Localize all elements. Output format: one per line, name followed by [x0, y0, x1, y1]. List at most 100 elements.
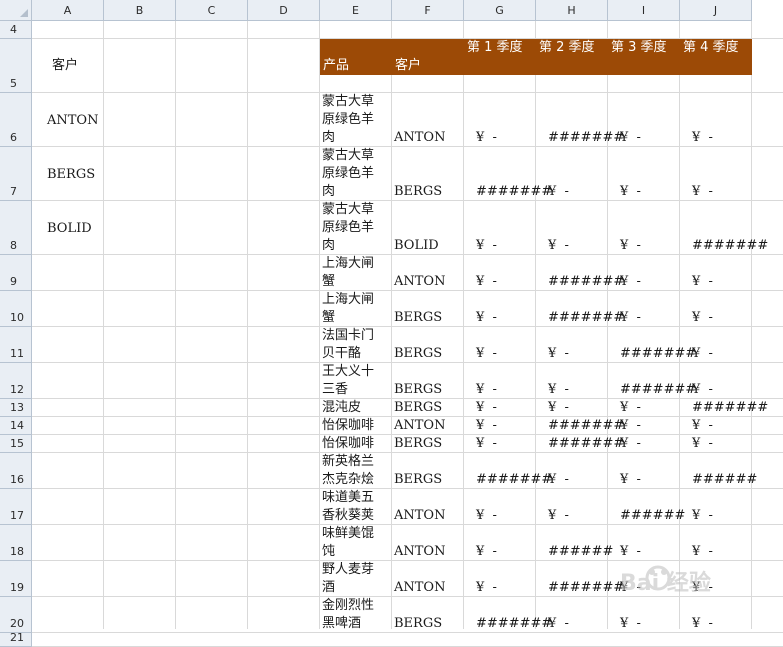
quarter-4-cell[interactable]: ¥ - [692, 309, 713, 327]
row-header-11[interactable]: 11 [0, 327, 32, 363]
customer-cell[interactable]: BERGS [394, 399, 442, 417]
row-header-5[interactable]: 5 [0, 39, 32, 93]
product-cell[interactable]: 金刚烈性黑啤酒 [322, 597, 386, 633]
quarter-2-cell[interactable]: ¥ - [548, 615, 569, 633]
quarter-4-cell[interactable]: ¥ - [692, 579, 713, 597]
column-header-C[interactable]: C [176, 0, 248, 21]
customer-cell[interactable]: ANTON [394, 417, 445, 435]
quarter-4-cell[interactable]: ¥ - [692, 543, 713, 561]
product-cell[interactable]: 王大义十三香 [322, 363, 386, 399]
customer-cell[interactable]: BERGS [394, 309, 442, 327]
customer-cell[interactable]: BOLID [394, 237, 439, 255]
header-q4[interactable]: 第 4 季度 [683, 39, 747, 57]
product-cell[interactable]: 法国卡门贝干酪 [322, 327, 386, 363]
quarter-1-cell[interactable]: ####### [476, 615, 552, 633]
quarter-1-cell[interactable]: ¥ - [476, 579, 497, 597]
product-cell[interactable]: 蒙古大草原绿色羊肉 [322, 93, 386, 147]
quarter-2-cell[interactable]: ####### [548, 417, 624, 435]
quarter-3-cell[interactable]: ¥ - [620, 417, 641, 435]
quarter-3-cell[interactable]: ¥ - [620, 543, 641, 561]
quarter-4-cell[interactable]: ¥ - [692, 615, 713, 633]
product-cell[interactable]: 蒙古大草原绿色羊肉 [322, 201, 386, 255]
quarter-3-cell[interactable]: ¥ - [620, 615, 641, 633]
quarter-3-cell[interactable]: ####### [620, 345, 696, 363]
customer-cell[interactable]: ANTON [394, 507, 445, 525]
quarter-3-cell[interactable]: ¥ - [620, 471, 641, 489]
quarter-3-cell[interactable]: ¥ - [620, 435, 641, 453]
row-header-18[interactable]: 18 [0, 525, 32, 561]
select-all-corner[interactable] [0, 0, 32, 21]
customer-cell[interactable]: ANTON [394, 273, 445, 291]
customer-cell[interactable]: ANTON [394, 543, 445, 561]
quarter-2-cell[interactable]: ¥ - [548, 237, 569, 255]
quarter-2-cell[interactable]: ¥ - [548, 183, 569, 201]
quarter-4-cell[interactable]: ¥ - [692, 129, 713, 147]
column-header-E[interactable]: E [320, 0, 392, 21]
row-header-6[interactable]: 6 [0, 93, 32, 147]
row-header-16[interactable]: 16 [0, 453, 32, 489]
product-cell[interactable]: 怡保咖啡 [322, 417, 386, 435]
quarter-1-cell[interactable]: ¥ - [476, 399, 497, 417]
quarter-1-cell[interactable]: ¥ - [476, 417, 497, 435]
quarter-1-cell[interactable]: ¥ - [476, 435, 497, 453]
quarter-1-cell[interactable]: ¥ - [476, 309, 497, 327]
customer-cell[interactable]: BERGS [394, 471, 442, 489]
row-header-10[interactable]: 10 [0, 291, 32, 327]
product-cell[interactable]: 蒙古大草原绿色羊肉 [322, 147, 386, 201]
row-header-7[interactable]: 7 [0, 147, 32, 201]
header-q3[interactable]: 第 3 季度 [611, 39, 675, 57]
quarter-4-cell[interactable]: ¥ - [692, 507, 713, 525]
product-cell[interactable]: 上海大闸蟹 [322, 255, 386, 291]
row-header-9[interactable]: 9 [0, 255, 32, 291]
quarter-2-cell[interactable]: ####### [548, 579, 624, 597]
row-header-13[interactable]: 13 [0, 399, 32, 417]
row-header-15[interactable]: 15 [0, 435, 32, 453]
quarter-1-cell[interactable]: ¥ - [476, 129, 497, 147]
quarter-4-cell[interactable]: ¥ - [692, 381, 713, 399]
column-header-B[interactable]: B [104, 0, 176, 21]
quarter-3-cell[interactable]: ¥ - [620, 399, 641, 417]
customer-cell[interactable]: ANTON [394, 579, 445, 597]
header-q2[interactable]: 第 2 季度 [539, 39, 603, 57]
product-cell[interactable]: 味道美五香秋葵荚 [322, 489, 386, 525]
column-header-D[interactable]: D [248, 0, 320, 21]
quarter-4-cell[interactable]: ¥ - [692, 273, 713, 291]
quarter-2-cell[interactable]: ###### [548, 543, 613, 561]
quarter-1-cell[interactable]: ¥ - [476, 345, 497, 363]
product-cell[interactable]: 怡保咖啡 [322, 435, 386, 453]
customer-cell[interactable]: BERGS [394, 435, 442, 453]
quarter-3-cell[interactable]: ¥ - [620, 273, 641, 291]
quarter-3-cell[interactable]: ¥ - [620, 129, 641, 147]
quarter-3-cell[interactable]: ¥ - [620, 579, 641, 597]
customer-cell[interactable]: ANTON [394, 129, 445, 147]
quarter-4-cell[interactable]: ¥ - [692, 345, 713, 363]
customer-cell[interactable]: BERGS [394, 615, 442, 633]
customer-cell[interactable]: BERGS [394, 183, 442, 201]
quarter-4-cell[interactable]: ####### [692, 399, 768, 417]
quarter-4-cell[interactable]: ¥ - [692, 417, 713, 435]
column-header-I[interactable]: I [608, 0, 680, 21]
quarter-1-cell[interactable]: ¥ - [476, 237, 497, 255]
header-customer[interactable]: 客户 [395, 57, 421, 75]
quarter-3-cell[interactable]: ####### [620, 381, 696, 399]
quarter-2-cell[interactable]: ¥ - [548, 345, 569, 363]
row-header-4[interactable]: 4 [0, 21, 32, 39]
column-header-G[interactable]: G [464, 0, 536, 21]
row-header-12[interactable]: 12 [0, 363, 32, 399]
quarter-3-cell[interactable]: ¥ - [620, 309, 641, 327]
column-header-A[interactable]: A [32, 0, 104, 21]
colA-item-3[interactable]: BOLID [47, 220, 92, 238]
colA-item-2[interactable]: BERGS [47, 166, 95, 184]
colA-header[interactable]: 客户 [52, 57, 78, 75]
quarter-1-cell[interactable]: ####### [476, 471, 552, 489]
quarter-4-cell[interactable]: ###### [692, 471, 757, 489]
quarter-4-cell[interactable]: ####### [692, 237, 768, 255]
quarter-3-cell[interactable]: ¥ - [620, 237, 641, 255]
column-header-H[interactable]: H [536, 0, 608, 21]
quarter-3-cell[interactable]: ###### [620, 507, 685, 525]
quarter-1-cell[interactable]: ¥ - [476, 543, 497, 561]
customer-cell[interactable]: BERGS [394, 381, 442, 399]
quarter-2-cell[interactable]: ¥ - [548, 471, 569, 489]
product-cell[interactable]: 野人麦芽酒 [322, 561, 386, 597]
quarter-2-cell[interactable]: ####### [548, 129, 624, 147]
